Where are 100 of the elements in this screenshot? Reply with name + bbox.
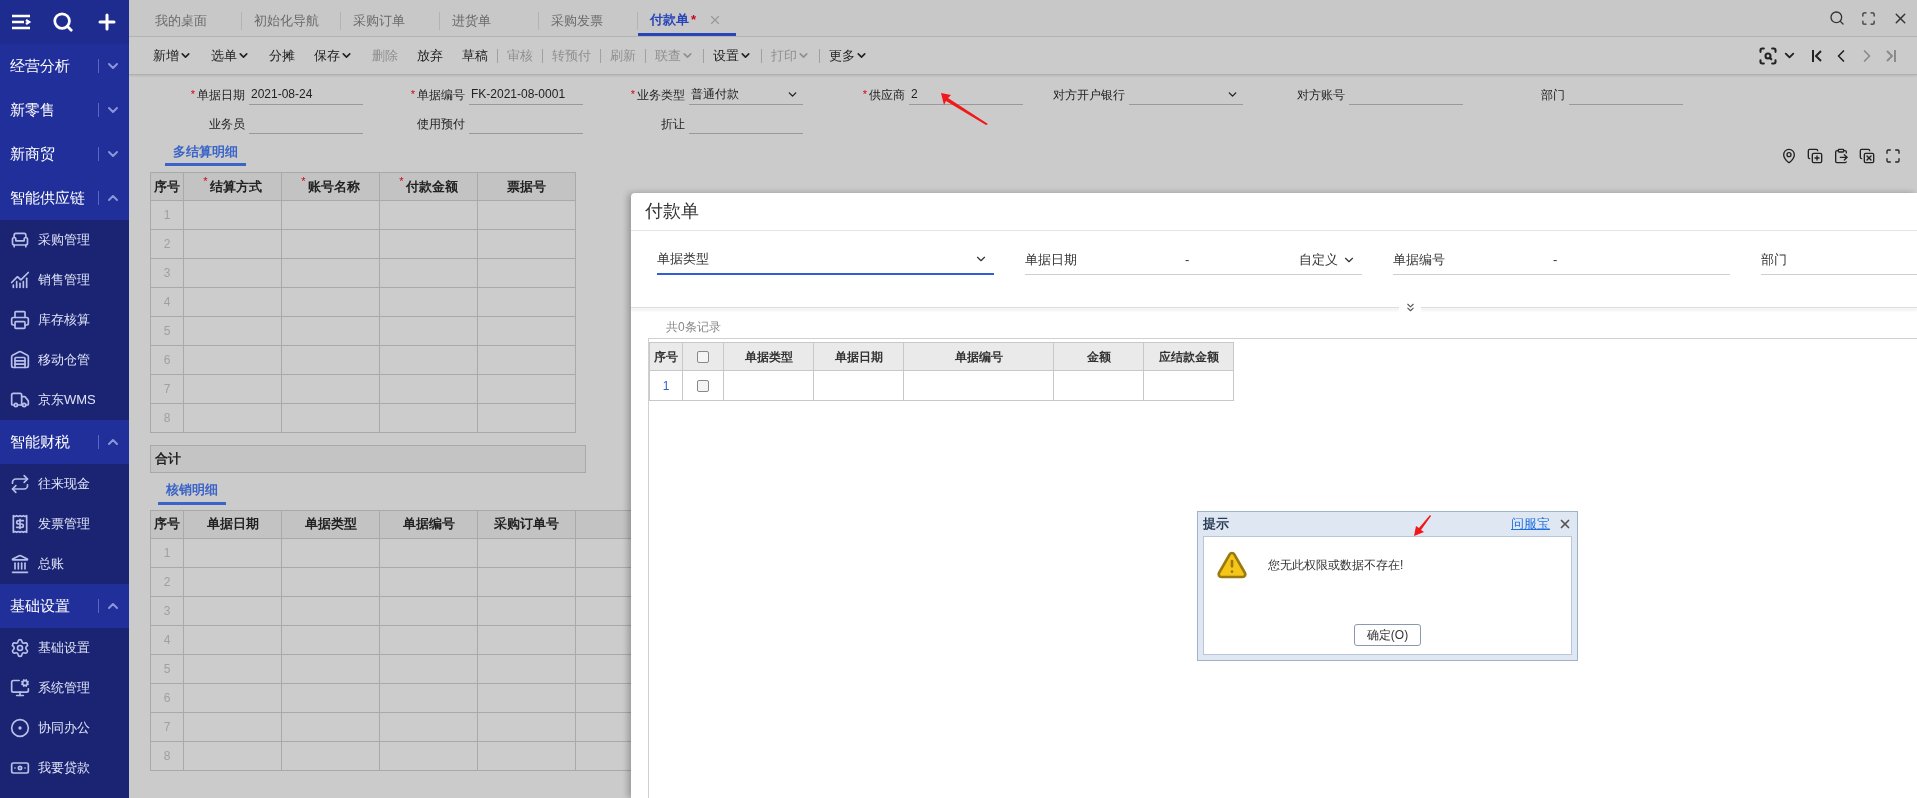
sidebar-group[interactable]: 智能供应链 (0, 176, 129, 220)
filter-field[interactable]: 单据类型 (657, 245, 994, 275)
bank-icon (10, 554, 30, 574)
annotation-arrow (1412, 514, 1432, 538)
toolbar-button[interactable]: 草稿 (452, 48, 497, 63)
sidebar-item[interactable]: 我要贷款 (0, 748, 129, 788)
required-mark: * (203, 174, 208, 189)
repeat-icon (10, 474, 30, 494)
fullscreen-icon[interactable] (1861, 10, 1876, 26)
field-label: 使用预付 (417, 115, 465, 133)
checkbox[interactable] (697, 379, 709, 392)
first-page-icon[interactable] (1811, 47, 1823, 64)
required-mark: * (410, 86, 415, 102)
column-header: 单据日期 (206, 515, 259, 534)
fullscreen-icon[interactable] (1885, 148, 1901, 164)
settings-icon (10, 638, 30, 658)
toolbar-button[interactable]: 设置 (703, 48, 761, 63)
dialog-message: 您无此权限或数据不存在! (1268, 557, 1404, 574)
required-mark: * (190, 86, 195, 102)
sidebar-group[interactable]: 经营分析 (0, 44, 129, 88)
target-icon (10, 718, 30, 738)
menu-icon[interactable] (10, 13, 33, 31)
required-mark: * (399, 174, 404, 189)
panel-title: 付款单 (631, 193, 1917, 231)
checkbox[interactable] (697, 350, 709, 363)
field-label: 对方账号 (1297, 86, 1345, 104)
sidebar-item[interactable]: 总账 (0, 544, 129, 584)
sidebar-item[interactable]: 京东WMS (0, 380, 129, 420)
filter-field[interactable]: 单据编号 - (1393, 245, 1730, 275)
field-label: 业务类型 (637, 86, 685, 104)
column-header: 单据编号 (402, 515, 455, 534)
toolbar-button[interactable]: 新增 (143, 48, 201, 63)
field-label: 单据日期 (197, 86, 245, 104)
monitor-icon (10, 678, 30, 698)
column-header: 应结款金额 (1158, 348, 1219, 366)
sidebar-item[interactable]: 库存核算 (0, 300, 129, 340)
toolbar-button[interactable]: 放弃 (407, 48, 452, 63)
toolbar-button[interactable]: 分摊 (259, 48, 304, 63)
printer-icon (10, 310, 30, 330)
search-icon[interactable] (1829, 10, 1845, 26)
sidebar-item[interactable]: 协同办公 (0, 708, 129, 748)
column-header: 单据编号 (954, 348, 1003, 366)
total-label: 合计 (155, 450, 181, 469)
sidebar-item[interactable]: 移动仓管 (0, 340, 129, 380)
required-mark: * (301, 174, 306, 189)
dialog-title: 提示 (1203, 515, 1229, 534)
column-header: 金额 (1086, 348, 1111, 366)
page-tab[interactable]: 付款单* (638, 6, 736, 36)
column-header: 采购订单号 (494, 515, 559, 534)
field-label: 折让 (661, 115, 685, 133)
sidebar-item[interactable]: 系统管理 (0, 668, 129, 708)
truck-icon (10, 390, 30, 410)
sidebar-item[interactable]: 发票管理 (0, 504, 129, 544)
location-pin-icon[interactable] (1781, 148, 1797, 164)
field-label: 单据编号 (417, 86, 465, 104)
column-header: 单据类型 (304, 515, 357, 534)
sidebar-item[interactable]: 采购管理 (0, 220, 129, 260)
sidebar-group[interactable]: 新商贸 (0, 132, 129, 176)
column-header: 序号 (154, 515, 180, 534)
sidebar-item[interactable]: 销售管理 (0, 260, 129, 300)
record-count: 共0条记录 (665, 319, 722, 336)
toolbar-button[interactable]: 更多 (819, 48, 877, 63)
field-label: 部门 (1541, 86, 1565, 104)
search-document-icon[interactable] (1758, 45, 1778, 66)
toolbar-button[interactable]: 保存 (304, 48, 362, 63)
receipt-icon (10, 514, 30, 534)
sidebar-group[interactable]: 基础设置 (0, 584, 129, 628)
column-header: 账号名称 (307, 177, 360, 196)
copy-add-icon[interactable] (1807, 148, 1823, 164)
column-header: 票据号 (507, 177, 546, 196)
help-link[interactable]: 问服宝 (1511, 514, 1550, 534)
copy-delete-icon[interactable] (1859, 148, 1875, 164)
sidebar-item[interactable]: 往来现金 (0, 464, 129, 504)
input-field[interactable]: 2021-08-24 (249, 84, 363, 105)
toolbar-button[interactable]: 选单 (201, 48, 259, 63)
field-label: 供应商 (869, 86, 905, 104)
ok-button[interactable]: 确定(O) (1353, 624, 1422, 646)
required-mark: * (862, 86, 867, 102)
filter-field[interactable]: 单据日期 - 自定义 (1025, 245, 1362, 275)
column-header: 序号 (154, 177, 180, 196)
field-label: 业务员 (209, 115, 245, 133)
filter-field[interactable]: 部门 (1761, 245, 1917, 275)
column-header: 单据日期 (834, 348, 883, 366)
select-field[interactable]: 普通付款 (689, 84, 803, 105)
sidebar-item[interactable]: 基础设置 (0, 628, 129, 668)
sidebar-group[interactable]: 新零售 (0, 88, 129, 132)
column-header: 序号 (654, 348, 678, 366)
column-header: 结算方式 (209, 177, 262, 196)
row-number: 1 (662, 377, 670, 395)
required-mark: * (630, 86, 635, 102)
input-field[interactable]: FK-2021-08-0001 (469, 84, 583, 105)
close-icon[interactable] (1558, 517, 1572, 531)
sidebar-group[interactable]: 智能财税 (0, 420, 129, 464)
warning-icon (1216, 549, 1248, 581)
bar-chart-icon (10, 270, 30, 290)
column-header: 付款金额 (405, 177, 458, 196)
search-icon[interactable] (52, 11, 75, 33)
column-header: 单据类型 (744, 348, 793, 366)
paste-icon[interactable] (1833, 148, 1849, 164)
field-label: 对方开户银行 (1053, 86, 1125, 104)
